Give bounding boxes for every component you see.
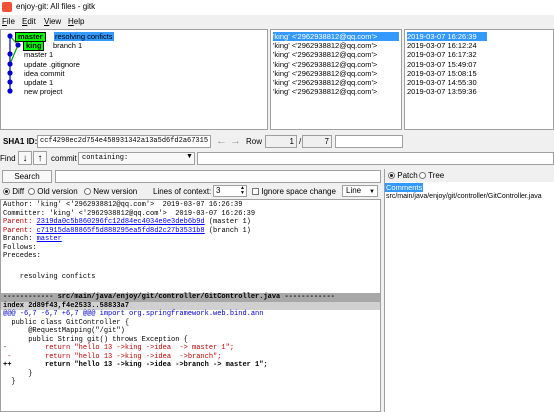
menu-edit[interactable]: Edit	[22, 17, 36, 26]
row-separator: /	[299, 137, 302, 146]
commit-graph-pane[interactable]: master resolving conficts king branch 1 …	[0, 29, 268, 130]
parent-link[interactable]: 2319da0c5b860296fc12d84ec4034e0e3deb6b9d	[37, 218, 205, 226]
menu-help[interactable]: Help	[68, 17, 84, 26]
diff-view[interactable]: Author: 'king' <'2962938812@qq.com'> 201…	[0, 199, 381, 412]
menu-view[interactable]: View	[44, 17, 61, 26]
chevron-down-icon[interactable]: ▼	[186, 153, 193, 160]
new-version-radio[interactable]: New version	[84, 187, 137, 196]
find-input[interactable]	[197, 152, 554, 165]
commit-subject[interactable]: update .gitignore	[24, 60, 80, 69]
diff-line: Parent: c71915da88865f5d888295ea5fd8d2c2…	[3, 226, 251, 235]
diff-line: }	[3, 378, 16, 386]
title-bar: enjoy-git: All files - gitk	[0, 0, 554, 15]
find-row: Find ↓ ↑ commit containing: ▼	[0, 151, 554, 167]
author-cell[interactable]: 'king' <'2962938812@qq.com'>	[273, 50, 377, 59]
diff-line-removed: - return "hello 13 ->king ->idea ->branc…	[3, 352, 222, 361]
window-title: enjoy-git: All files - gitk	[16, 2, 96, 11]
commit-dot[interactable]	[7, 79, 13, 85]
author-cell[interactable]: 'king' <'2962938812@qq.com'>	[273, 32, 399, 41]
find-label: Find	[0, 154, 16, 163]
commit-dot[interactable]	[7, 33, 13, 39]
row-label: Row	[246, 137, 263, 146]
date-cell[interactable]: 2019-03-07 13:59:36	[407, 87, 477, 96]
menu-file[interactable]: File	[2, 17, 15, 26]
diff-line: @RequestMapping("/git")	[3, 327, 125, 335]
date-cell[interactable]: 2019-03-07 14:55:30	[407, 78, 477, 87]
diff-radio[interactable]: Diff	[3, 187, 24, 196]
find-mode-select[interactable]: containing:	[78, 152, 195, 165]
forward-arrow-icon[interactable]: →	[229, 135, 242, 148]
diff-line: Parent: 2319da0c5b860296fc12d84ec4034e0e…	[3, 218, 251, 226]
diff-line-merged: ++ return "hello 13 ->king ->idea ->bran…	[3, 361, 268, 369]
diff-line: Branch: master	[3, 235, 62, 243]
branch-link[interactable]: master	[37, 235, 62, 243]
commit-dot[interactable]	[7, 88, 13, 94]
diff-line: public String git() throws Exception {	[3, 335, 188, 344]
parent-link[interactable]: c71915da88865f5d888295ea5fd8d2c27b3531b8	[37, 227, 205, 235]
date-cell[interactable]: 2019-03-07 16:17:32	[407, 50, 477, 59]
diff-line: }	[3, 369, 33, 378]
date-pane[interactable]: 2019-03-07 16:26:39 2019-03-07 16:12:24 …	[404, 29, 554, 130]
commit-dot[interactable]	[7, 51, 13, 57]
date-cell[interactable]: 2019-03-07 16:26:39	[407, 32, 487, 41]
gitk-app-icon	[2, 2, 12, 12]
diff-line: Precedes:	[3, 252, 41, 260]
search-input[interactable]	[55, 170, 381, 183]
row-total: 7	[302, 135, 332, 148]
date-cell[interactable]: 2019-03-07 16:12:24	[407, 41, 477, 50]
index-line: index 2d89f43,f4e2533..58833a7	[1, 301, 380, 310]
commit-subject[interactable]: new project	[24, 87, 62, 96]
commit-label: commit	[51, 154, 77, 163]
context-spinbox[interactable]: 3 ▲ ▼	[213, 185, 247, 197]
author-cell[interactable]: 'king' <'2962938812@qq.com'>	[273, 60, 377, 69]
progress-field	[335, 135, 403, 148]
diff-line-removed: - return "hello 13 ->king ->idea -> mast…	[3, 344, 235, 352]
diff-line: Committer: 'king' <'2962938812@qq.com'> …	[3, 209, 256, 218]
find-down-arrow-icon[interactable]: ↓	[18, 151, 32, 165]
tree-radio[interactable]: Tree	[419, 171, 444, 180]
date-cell[interactable]: 2019-03-07 15:49:07	[407, 60, 477, 69]
commit-subject[interactable]: update 1	[24, 78, 53, 87]
patch-tree-bar: Patch Tree	[385, 169, 554, 182]
commit-dot[interactable]	[7, 70, 13, 76]
diff-line: Follows:	[3, 243, 37, 252]
author-cell[interactable]: 'king' <'2962938812@qq.com'>	[273, 69, 377, 78]
commit-subject[interactable]: master 1	[24, 50, 53, 59]
diff-line: Author: 'king' <'2962938812@qq.com'> 201…	[3, 201, 243, 209]
commit-message: resolving conficts	[3, 273, 96, 281]
diff-options-row: Diff Old version New version Lines of co…	[0, 185, 381, 198]
ignore-space-checkbox[interactable]: Ignore space change	[252, 187, 336, 196]
author-cell[interactable]: 'king' <'2962938812@qq.com'>	[273, 87, 377, 96]
old-version-radio[interactable]: Old version	[28, 187, 78, 196]
comments-item[interactable]: Comments	[385, 183, 424, 192]
sha-input[interactable]: ccf4298ec2d754e458931342a13a5d6fd2a67315	[37, 135, 211, 148]
changed-file-item[interactable]: src/main/java/enjoy/git/controller/GitCo…	[386, 193, 542, 200]
patch-radio[interactable]: Patch	[388, 171, 418, 180]
commit-dot[interactable]	[7, 61, 13, 67]
search-button[interactable]: Search	[2, 170, 52, 183]
date-cell[interactable]: 2019-03-07 15:08:15	[407, 69, 477, 78]
commit-subject[interactable]: idea commit	[24, 69, 64, 78]
commit-subject[interactable]: branch 1	[53, 41, 82, 50]
line-mode-select[interactable]: Line ▼	[342, 185, 378, 197]
author-pane[interactable]: 'king' <'2962938812@qq.com'> 'king' <'29…	[270, 29, 402, 130]
commit-dot[interactable]	[15, 42, 21, 48]
hunk-header: @@@ -6,7 -6,7 +6,7 @@@ import org.spring…	[3, 310, 264, 318]
sha-label: SHA1 ID:	[3, 137, 38, 146]
context-label: Lines of context:	[153, 187, 212, 196]
author-cell[interactable]: 'king' <'2962938812@qq.com'>	[273, 41, 377, 50]
file-header: ------------ src/main/java/enjoy/git/con…	[1, 293, 380, 302]
file-list-panel: Patch Tree Comments src/main/java/enjoy/…	[384, 169, 554, 412]
find-up-arrow-icon[interactable]: ↑	[33, 151, 47, 165]
author-cell[interactable]: 'king' <'2962938812@qq.com'>	[273, 78, 377, 87]
menu-bar: File Edit View Help	[0, 15, 554, 28]
diff-line: public class GitController {	[3, 318, 130, 327]
commit-subject-selected[interactable]: resolving conficts	[54, 32, 114, 41]
back-arrow-icon[interactable]: ←	[215, 135, 228, 148]
sha-row: SHA1 ID: ccf4298ec2d754e458931342a13a5d6…	[0, 134, 554, 150]
row-current: 1	[265, 135, 297, 148]
